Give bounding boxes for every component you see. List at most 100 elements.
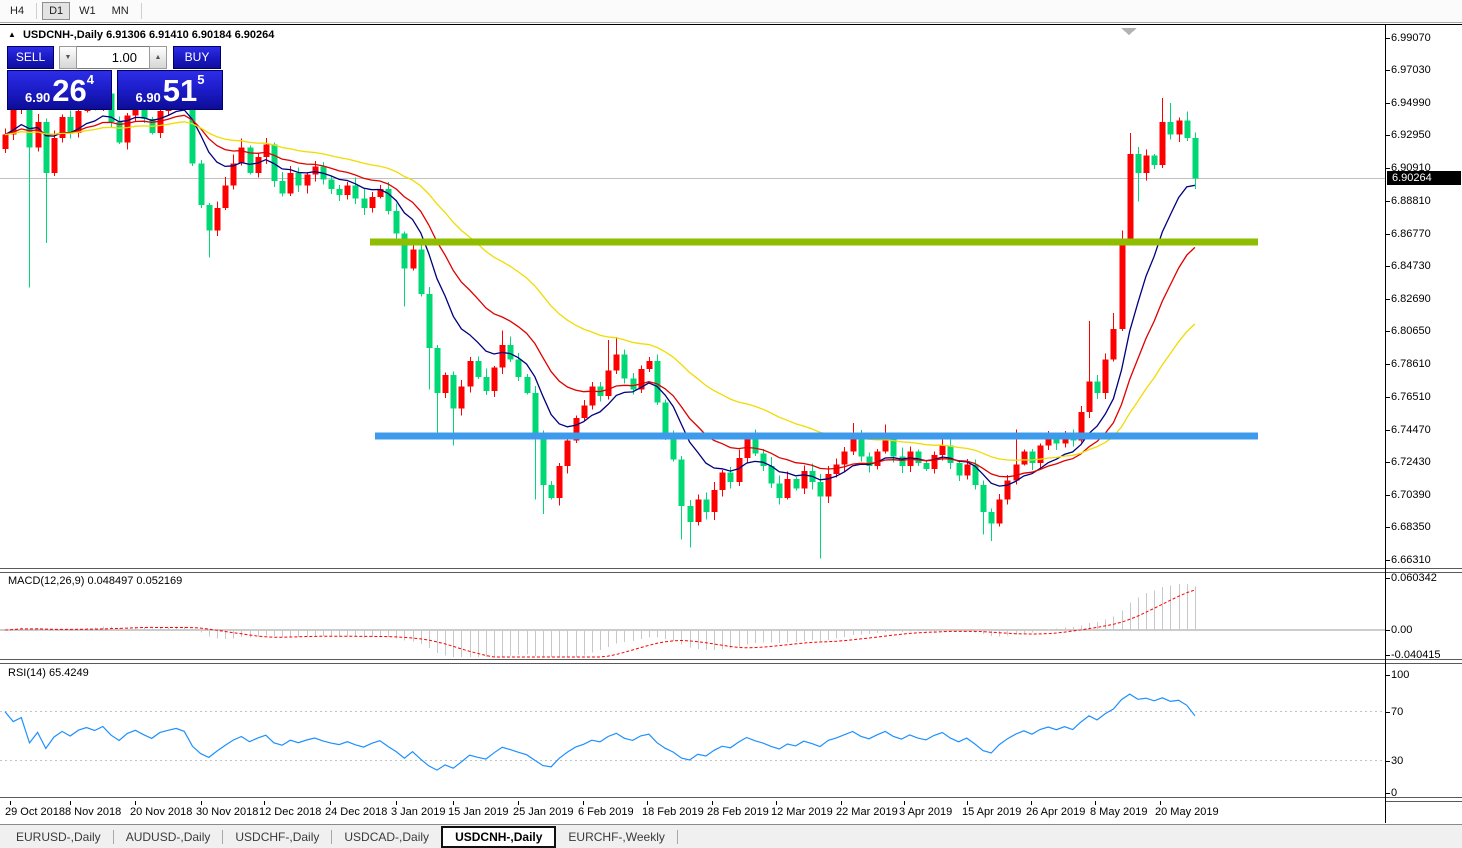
date-axis-tick bbox=[396, 801, 397, 805]
macd-axis-label: 0.060342 bbox=[1391, 572, 1437, 584]
macd-histogram bbox=[13, 584, 1196, 657]
mt4-terminal: H4 D1 W1 MN ▲ USDCNH-,Daily 6.91306 6.91410… bbox=[0, 0, 1462, 848]
date-axis-label: 25 Jan 2019 bbox=[513, 806, 574, 818]
sell-price-display[interactable]: 6.90 26 4 bbox=[7, 70, 112, 110]
tab-usdcad-daily[interactable]: USDCAD-,Daily bbox=[332, 827, 441, 847]
price-axis-label: 6.78610 bbox=[1391, 358, 1431, 370]
date-axis-label: 8 Nov 2018 bbox=[65, 806, 122, 818]
date-axis-label: 24 Dec 2018 bbox=[325, 806, 388, 818]
chart-ohlc-values: 6.91306 6.91410 6.90184 6.90264 bbox=[106, 29, 275, 41]
volume-decrease-button[interactable]: ▼ bbox=[59, 46, 77, 69]
price-axis-tick bbox=[1386, 70, 1390, 71]
date-axis-tick bbox=[776, 801, 777, 805]
price-axis-tick bbox=[1386, 462, 1390, 463]
sell-button[interactable]: SELL bbox=[7, 46, 54, 69]
buy-price-big: 51 bbox=[162, 73, 198, 108]
pane-splitter-rsi[interactable] bbox=[0, 659, 1462, 664]
date-axis-tick bbox=[1031, 801, 1032, 805]
price-axis-label: 6.72430 bbox=[1391, 456, 1431, 468]
price-axis-label: 6.76510 bbox=[1391, 391, 1431, 403]
tab-usdchf-daily[interactable]: USDCHF-,Daily bbox=[223, 827, 331, 847]
date-axis-tick bbox=[967, 801, 968, 805]
price-axis-tick bbox=[1386, 299, 1390, 300]
buy-price-sup: 5 bbox=[197, 72, 205, 87]
timeframe-button-w1[interactable]: W1 bbox=[72, 2, 103, 20]
price-axis-tick bbox=[1386, 234, 1390, 235]
price-axis-tick bbox=[1386, 495, 1390, 496]
price-axis-label: 6.88810 bbox=[1391, 195, 1431, 207]
macd-axis-tick bbox=[1386, 655, 1390, 656]
price-axis-tick bbox=[1386, 364, 1390, 365]
price-axis-label: 6.97030 bbox=[1391, 64, 1431, 76]
price-axis-label: 6.84730 bbox=[1391, 260, 1431, 272]
date-axis-tick bbox=[841, 801, 842, 805]
chart-collapse-icon[interactable]: ▲ bbox=[8, 30, 16, 39]
sell-price-small: 6.90 bbox=[24, 90, 51, 105]
price-axis-label: 6.66310 bbox=[1391, 554, 1431, 566]
volume-input[interactable] bbox=[77, 46, 149, 69]
date-axis-label: 3 Jan 2019 bbox=[391, 806, 446, 818]
buy-price-small: 6.90 bbox=[135, 90, 161, 105]
rsi-axis-tick bbox=[1386, 712, 1390, 713]
date-axis-label: 20 May 2019 bbox=[1155, 806, 1219, 818]
price-axis-tick bbox=[1386, 103, 1390, 104]
one-click-trade-panel: SELL ▼ ▲ BUY 6.90 26 4 6.90 51 5 bbox=[7, 46, 224, 110]
macd-signal-line bbox=[4, 589, 1196, 658]
rsi-axis-tick bbox=[1386, 761, 1390, 762]
rsi-axis-label: 30 bbox=[1391, 755, 1404, 767]
price-axis-tick bbox=[1386, 430, 1390, 431]
bid-price-label: 6.90264 bbox=[1387, 171, 1461, 185]
resistance-line[interactable] bbox=[370, 238, 1258, 246]
rsi-line bbox=[4, 693, 1196, 771]
rsi-axis-label: 70 bbox=[1391, 706, 1404, 718]
toolbar-separator bbox=[140, 3, 142, 19]
macd-indicator-pane[interactable] bbox=[0, 572, 1385, 659]
date-axis-label: 8 May 2019 bbox=[1090, 806, 1148, 818]
timeframe-button-d1[interactable]: D1 bbox=[42, 2, 71, 20]
pane-splitter-macd[interactable] bbox=[0, 568, 1462, 573]
sell-price-sup: 4 bbox=[86, 72, 95, 87]
tab-eurchf-weekly[interactable]: EURCHF-,Weekly bbox=[556, 827, 676, 847]
price-axis-label: 6.74470 bbox=[1391, 424, 1431, 436]
buy-button[interactable]: BUY bbox=[173, 46, 221, 69]
chart-tab-bar: EURUSD-,Daily AUDUSD-,Daily USDCHF-,Daily U… bbox=[0, 824, 1462, 848]
date-axis-tick bbox=[518, 801, 519, 805]
date-axis-label: 12 Dec 2018 bbox=[259, 806, 322, 818]
date-axis-tick bbox=[330, 801, 331, 805]
price-axis-label: 6.86770 bbox=[1391, 228, 1431, 240]
buy-price-display[interactable]: 6.90 51 5 bbox=[117, 70, 223, 110]
tab-usdcnh-daily[interactable]: USDCNH-,Daily bbox=[441, 825, 557, 848]
rsi-indicator-pane[interactable] bbox=[0, 663, 1385, 797]
volume-increase-button[interactable]: ▲ bbox=[149, 46, 167, 69]
price-axis-tick bbox=[1386, 331, 1390, 332]
date-axis-label: 20 Nov 2018 bbox=[130, 806, 193, 818]
timeframe-button-mn[interactable]: MN bbox=[105, 2, 136, 20]
rsi-axis-label: 100 bbox=[1391, 669, 1410, 681]
rsi-label: RSI(14) 65.4249 bbox=[8, 667, 89, 679]
toolbar-separator bbox=[36, 3, 38, 19]
date-axis-tick bbox=[453, 801, 454, 805]
date-axis-tick bbox=[583, 801, 584, 805]
date-axis-tick bbox=[647, 801, 648, 805]
tab-eurusd-daily[interactable]: EURUSD-,Daily bbox=[4, 827, 113, 847]
price-axis-label: 6.68350 bbox=[1391, 521, 1431, 533]
ma-mid-red bbox=[4, 114, 1196, 478]
date-axis-tick bbox=[1160, 801, 1161, 805]
date-axis: 29 Oct 2018 8 Nov 2018 20 Nov 2018 30 Nov 2… bbox=[0, 801, 1385, 823]
chart-shift-marker[interactable] bbox=[1121, 28, 1137, 35]
price-axis-tick bbox=[1386, 201, 1390, 202]
tab-audusd-daily[interactable]: AUDUSD-,Daily bbox=[114, 827, 223, 847]
support-line[interactable] bbox=[375, 432, 1258, 440]
date-axis-label: 29 Oct 2018 bbox=[5, 806, 65, 818]
macd-axis-tick bbox=[1386, 630, 1390, 631]
price-axis-tick bbox=[1386, 168, 1390, 169]
date-axis-tick bbox=[135, 801, 136, 805]
tab-separator bbox=[676, 829, 678, 844]
macd-axis-label: -0.040415 bbox=[1391, 649, 1441, 661]
ma-slow-yellow bbox=[4, 121, 1196, 461]
timeframe-button-h4[interactable]: H4 bbox=[3, 2, 31, 20]
macd-axis-tick bbox=[1386, 578, 1390, 579]
date-axis-label: 3 Apr 2019 bbox=[899, 806, 953, 818]
date-axis-label: 15 Apr 2019 bbox=[962, 806, 1022, 818]
date-axis-label: 15 Jan 2019 bbox=[448, 806, 509, 818]
